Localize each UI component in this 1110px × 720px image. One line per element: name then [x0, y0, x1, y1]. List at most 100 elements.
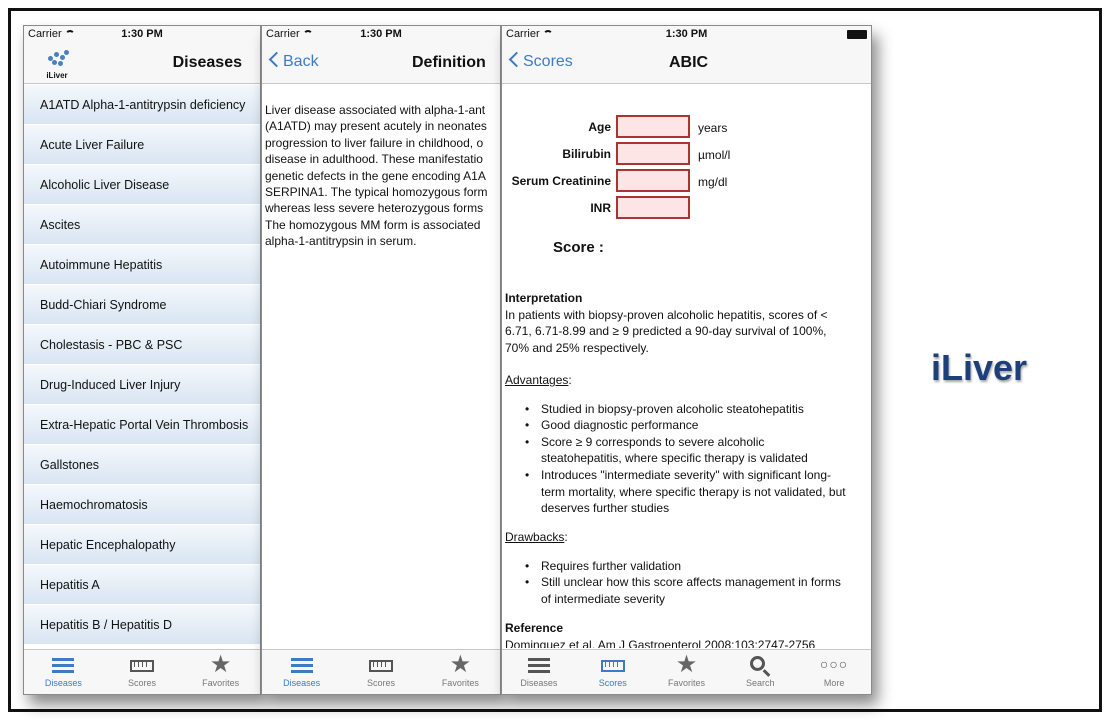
list-item[interactable]: Drug-Induced Liver Injury — [24, 365, 260, 405]
field-label: Age — [588, 120, 611, 134]
score-label: Score : — [553, 239, 604, 256]
creatinine-row: Serum Creatinine — [505, 169, 611, 193]
interpretation-heading: Interpretation — [505, 291, 583, 305]
tab-label: Diseases — [44, 678, 82, 688]
app-logo: iLiver — [40, 48, 74, 80]
star-icon: ★ — [209, 651, 232, 678]
tab-diseases[interactable]: Diseases — [502, 650, 576, 694]
tab-favorites[interactable]: ★ Favorites — [421, 650, 500, 694]
interpretation-section: Interpretation In patients with biopsy-p… — [505, 290, 867, 356]
tab-label: Favorites — [202, 678, 240, 688]
brand-logo-text: iLiver — [931, 347, 1028, 388]
list-item[interactable]: Budd-Chiari Syndrome — [24, 285, 260, 325]
list-item: Still unclear how this score affects man… — [525, 574, 867, 607]
age-row: Age — [505, 115, 611, 139]
tab-scores[interactable]: Scores — [341, 650, 420, 694]
age-input[interactable] — [616, 115, 690, 138]
tab-favorites[interactable]: ★ Favorites — [650, 650, 724, 694]
drawbacks-list: Requires further validation Still unclea… — [505, 558, 867, 608]
field-unit: mg/dl — [698, 175, 728, 189]
bilirubin-row: Bilirubin — [505, 142, 611, 166]
drawbacks-heading: Drawbacks — [505, 530, 565, 544]
list-item: Good diagnostic performance — [525, 417, 867, 434]
back-label: Scores — [523, 53, 573, 70]
list-item: Score ≥ 9 corresponds to severe alcoholi… — [525, 434, 867, 467]
back-button[interactable]: Back — [268, 51, 319, 71]
list-item[interactable]: Cholestasis - PBC & PSC — [24, 325, 260, 365]
definition-line: The homozygous MM form is associated — [265, 217, 481, 232]
page-title: Definition — [412, 54, 486, 71]
status-time: 1:30 PM — [360, 28, 402, 40]
definition-line: disease in adulthood. These manifestatio — [265, 152, 483, 167]
inr-row: INR — [505, 196, 611, 220]
reference-text: Dominguez et al. Am J Gastroenterol 2008… — [505, 637, 816, 648]
list-icon — [52, 658, 75, 673]
definition-line: alpha-1-antitrypsin in serum. — [265, 234, 417, 249]
inr-input[interactable] — [616, 196, 690, 219]
definition-line: progression to liver failure in childhoo… — [265, 135, 484, 150]
interpretation-line: 70% and 25% respectively. — [505, 340, 649, 355]
definition-line: (A1ATD) may present acutely in neonates — [265, 119, 487, 134]
logo-dots-icon — [46, 50, 69, 66]
back-button[interactable]: Scores — [508, 51, 573, 71]
list-icon — [527, 658, 550, 673]
definition-screen: Carrier 1:30 PM Back Definition Liver di… — [261, 25, 501, 695]
definition-line: genetic defects in the gene encoding A1A — [265, 168, 486, 183]
tab-label: Favorites — [667, 678, 705, 688]
list-item[interactable]: Hepatitis B / Hepatitis D — [24, 605, 260, 645]
chevron-left-icon — [268, 51, 285, 68]
list-item: Studied in biopsy-proven alcoholic steat… — [525, 401, 867, 418]
advantages-section: Advantages: Studied in biopsy-proven alc… — [505, 372, 867, 517]
logo-text: iLiver — [46, 71, 68, 80]
list-item: Introduces "intermediate severity" with … — [525, 467, 867, 517]
definition-line: Liver disease associated with alpha-1-an… — [265, 103, 486, 117]
tab-search[interactable]: Search — [723, 650, 797, 694]
field-label: Bilirubin — [562, 147, 611, 161]
list-item[interactable]: Alcoholic Liver Disease — [24, 165, 260, 205]
tab-label: Scores — [598, 678, 627, 688]
list-item[interactable]: Acute Liver Failure — [24, 125, 260, 165]
list-item[interactable]: Extra-Hepatic Portal Vein Thrombosis — [24, 405, 260, 445]
ruler-icon — [368, 660, 393, 672]
status-time: 1:30 PM — [121, 28, 163, 40]
disease-list: A1ATD Alpha-1-antitrypsin deficiency Acu… — [24, 85, 260, 649]
status-bar: Carrier 1:30 PM — [502, 26, 871, 44]
search-icon — [750, 656, 766, 671]
outer-frame: Carrier 1:30 PM iLiver Diseases A1ATD Al… — [8, 8, 1102, 712]
tab-scores[interactable]: Scores — [576, 650, 650, 694]
list-item[interactable]: Hepatitis A — [24, 565, 260, 605]
field-unit: µmol/l — [698, 148, 731, 162]
definition-text: Liver disease associated with alpha-1-an… — [265, 102, 500, 250]
tab-favorites[interactable]: ★ Favorites — [181, 650, 260, 694]
more-dots-icon: ○○○ — [819, 656, 849, 672]
tab-diseases[interactable]: Diseases — [262, 650, 341, 694]
reference-section: Reference Dominguez et al. Am J Gastroen… — [505, 620, 867, 648]
tab-diseases[interactable]: Diseases — [24, 650, 103, 694]
tab-label: Scores — [128, 678, 157, 688]
list-item[interactable]: Ascites — [24, 205, 260, 245]
nav-bar: Back Definition — [262, 44, 500, 84]
bilirubin-input[interactable] — [616, 142, 690, 165]
list-item[interactable]: A1ATD Alpha-1-antitrypsin deficiency — [24, 85, 260, 125]
list-icon — [290, 658, 313, 673]
star-icon: ★ — [449, 651, 472, 678]
status-bar: Carrier 1:30 PM — [262, 26, 500, 44]
tab-more[interactable]: ○○○ More — [797, 650, 871, 694]
creatinine-input[interactable] — [616, 169, 690, 192]
list-item[interactable]: Hepatic Encephalopathy — [24, 525, 260, 565]
list-item[interactable]: Haemochromatosis — [24, 485, 260, 525]
tab-label: Favorites — [441, 678, 479, 688]
list-item[interactable]: Gallstones — [24, 445, 260, 485]
advantages-list: Studied in biopsy-proven alcoholic steat… — [505, 401, 867, 517]
definition-line: whereas less severe heterozygous forms — [265, 201, 484, 216]
chevron-left-icon — [508, 51, 525, 68]
back-label: Back — [283, 53, 319, 70]
field-label: Serum Creatinine — [511, 174, 611, 188]
score-content: Age years Bilirubin µmol/l Serum Creatin… — [505, 85, 867, 648]
list-item[interactable]: Autoimmune Hepatitis — [24, 245, 260, 285]
definition-line: SERPINA1. The typical homozygous form — [265, 185, 488, 200]
advantages-heading: Advantages — [505, 373, 569, 387]
page-title: ABIC — [669, 54, 709, 71]
tab-label: Diseases — [520, 678, 558, 688]
tab-scores[interactable]: Scores — [103, 650, 182, 694]
